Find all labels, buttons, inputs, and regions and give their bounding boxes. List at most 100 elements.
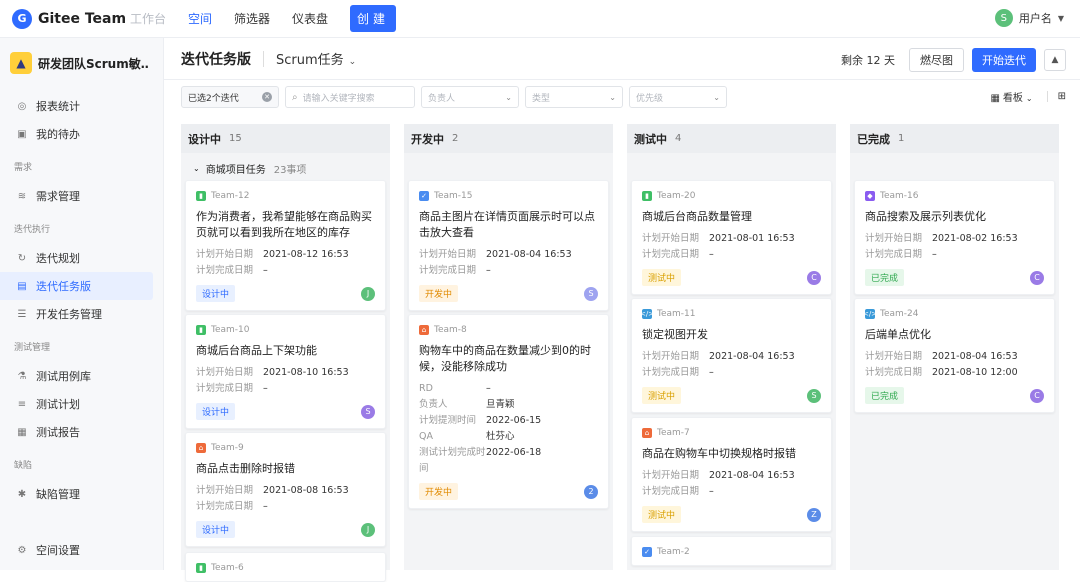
grid-toggle-icon[interactable]: ⊞ [1046, 91, 1066, 102]
card-id[interactable]: Team-16 [880, 191, 919, 201]
task-card[interactable]: ▮ Team-20 商城后台商品数量管理 计划开始日期 2021-08-01 16:53… [631, 180, 832, 295]
card-id[interactable]: Team-24 [880, 309, 919, 319]
status-badge[interactable]: 开发中 [419, 483, 459, 500]
field-value: – [263, 265, 268, 276]
card-id[interactable]: Team-6 [211, 563, 244, 573]
start-iteration-button[interactable]: 开始迭代 [972, 48, 1036, 72]
search-input[interactable]: ⌕ 请输入关键字搜索 [285, 86, 415, 108]
status-badge[interactable]: 测试中 [642, 506, 682, 523]
status-badge[interactable]: 已完成 [865, 387, 905, 404]
sidebar-item-req-manage[interactable]: ≋ 需求管理 [0, 182, 153, 210]
sidebar-item-todo[interactable]: ▣ 我的待办 [0, 120, 153, 148]
card-title[interactable]: 锁定视图开发 [642, 327, 821, 343]
card-id[interactable]: Team-7 [657, 428, 690, 438]
card-title[interactable]: 商品点击删除时报错 [196, 461, 375, 477]
sidebar-item-iter-board[interactable]: ▤ 迭代任务版 [0, 272, 153, 300]
nav-space[interactable]: 空间 [188, 10, 212, 27]
nav-filters[interactable]: 筛选器 [234, 10, 270, 27]
user-menu[interactable]: S 用户名 ▼ [994, 9, 1064, 27]
status-badge[interactable]: 已完成 [865, 269, 905, 286]
brand-logo[interactable]: G Gitee Team [12, 8, 130, 29]
project-switcher[interactable]: ▲ 研发团队Scrum敏… [0, 38, 163, 88]
card-field: 计划完成日期 – [642, 365, 821, 381]
status-badge[interactable]: 测试中 [642, 387, 682, 404]
assignee-avatar[interactable]: C [1030, 388, 1044, 403]
sidebar-item-label: 我的待办 [36, 128, 80, 141]
assignee-avatar[interactable]: S [584, 286, 598, 301]
sidebar-item-dev-tasks[interactable]: ☰ 开发任务管理 [0, 300, 153, 328]
field-value: 2021-08-04 16:53 [709, 351, 795, 362]
priority-select[interactable]: 优先级 ⌄ [629, 86, 727, 108]
sidebar-item-reports[interactable]: ◎ 报表统计 [0, 92, 153, 120]
task-card[interactable]: </> Team-24 后端单点优化 计划开始日期 2021-08-04 16:53 计划… [854, 298, 1055, 413]
card-id[interactable]: Team-12 [211, 191, 250, 201]
status-badge[interactable]: 设计中 [196, 285, 236, 302]
task-card[interactable]: ⌂ Team-9 商品点击删除时报错 计划开始日期 2021-08-08 16:53 计划… [185, 432, 386, 547]
divider [263, 50, 264, 67]
iteration-filter[interactable]: 已选2个迭代 ✕ [181, 86, 279, 108]
view-switcher[interactable]: ▦ 看板 ⌄ [990, 89, 1032, 104]
create-button[interactable]: 创建 [350, 5, 397, 32]
task-card[interactable]: ⌂ Team-8 购物车中的商品在数量减少到0的时候，没能移除成功 RD – 负责人 旦青颖… [408, 314, 609, 509]
sidebar-item-test-plan[interactable]: ≡ 测试计划 [0, 390, 153, 418]
board-selector[interactable]: Scrum任务 ⌄ [276, 49, 356, 68]
field-value: 旦青颖 [486, 399, 515, 410]
field-value: 2021-08-10 16:53 [263, 367, 349, 378]
card-title[interactable]: 作为消费者，我希望能够在商品购买页就可以看到我所在地区的库存 [196, 209, 375, 241]
assignee-avatar[interactable]: J [361, 522, 375, 537]
status-badge[interactable]: 测试中 [642, 269, 682, 286]
group-header[interactable]: ⌄ 商城项目任务 23事项 [181, 158, 306, 178]
field-value: – [709, 249, 714, 260]
card-title[interactable]: 商品在购物车中切换规格时报错 [642, 446, 821, 462]
assignee-avatar[interactable]: 2 [584, 484, 598, 499]
sidebar-item-label: 测试计划 [36, 398, 80, 411]
assignee-avatar[interactable]: S [361, 404, 375, 419]
assignee-avatar[interactable]: C [807, 270, 821, 285]
nav-dashboard[interactable]: 仪表盘 [292, 10, 328, 27]
card-id[interactable]: Team-20 [657, 191, 696, 201]
task-card[interactable]: ▮ Team-10 商城后台商品上下架功能 计划开始日期 2021-08-10 16:5… [185, 314, 386, 429]
card-id[interactable]: Team-15 [434, 191, 473, 201]
task-card[interactable]: ✓ Team-2 [631, 536, 832, 566]
status-badge[interactable]: 设计中 [196, 521, 236, 538]
collapse-up-icon[interactable]: ▲ [1044, 49, 1066, 71]
sidebar-item-iter-plan[interactable]: ↻ 迭代规划 [0, 244, 153, 272]
nav-workbench[interactable]: 工作台 [130, 10, 166, 27]
card-id[interactable]: Team-11 [657, 309, 696, 319]
type-select[interactable]: 类型 ⌄ [525, 86, 623, 108]
card-id[interactable]: Team-10 [211, 325, 250, 335]
card-title[interactable]: 商城后台商品数量管理 [642, 209, 821, 225]
bug-type-icon: ⌂ [196, 443, 206, 453]
card-title[interactable]: 后端单点优化 [865, 327, 1044, 343]
status-badge[interactable]: 设计中 [196, 403, 236, 420]
sidebar-item-label: 需求管理 [36, 190, 80, 203]
assignee-avatar[interactable]: J [361, 286, 375, 301]
task-card[interactable]: ▮ Team-6 [185, 552, 386, 582]
field-value: 2021-08-04 16:53 [709, 470, 795, 481]
field-value: – [709, 486, 714, 497]
assignee-avatar[interactable]: C [1030, 270, 1044, 285]
sidebar-item-test-report[interactable]: ▦ 测试报告 [0, 418, 153, 446]
assignee-select[interactable]: 负责人 ⌄ [421, 86, 519, 108]
card-id[interactable]: Team-9 [211, 443, 244, 453]
layers-icon: ≋ [17, 190, 27, 202]
task-card[interactable]: ◆ Team-16 商品搜索及展示列表优化 计划开始日期 2021-08-02 16:5… [854, 180, 1055, 295]
assignee-avatar[interactable]: S [807, 388, 821, 403]
card-title[interactable]: 商品主图片在详情页面展示时可以点击放大查看 [419, 209, 598, 241]
sidebar-item-test-cases[interactable]: ⚗ 测试用例库 [0, 362, 153, 390]
clear-icon[interactable]: ✕ [262, 92, 272, 102]
task-card[interactable]: ✓ Team-15 商品主图片在详情页面展示时可以点击放大查看 计划开始日期 2021-… [408, 180, 609, 311]
sidebar-item-bug-manage[interactable]: ✱ 缺陷管理 [0, 480, 153, 508]
assignee-avatar[interactable]: Z [807, 507, 821, 522]
card-id[interactable]: Team-2 [657, 547, 690, 557]
task-card[interactable]: ▮ Team-12 作为消费者，我希望能够在商品购买页就可以看到我所在地区的库存 计划… [185, 180, 386, 311]
card-title[interactable]: 商城后台商品上下架功能 [196, 343, 375, 359]
task-card[interactable]: ⌂ Team-7 商品在购物车中切换规格时报错 计划开始日期 2021-08-04 16… [631, 417, 832, 532]
sidebar-item-settings[interactable]: ⚙ 空间设置 [0, 536, 144, 564]
card-title[interactable]: 商品搜索及展示列表优化 [865, 209, 1044, 225]
task-card[interactable]: </> Team-11 锁定视图开发 计划开始日期 2021-08-04 16:53 计划… [631, 298, 832, 413]
status-badge[interactable]: 开发中 [419, 285, 459, 302]
card-title[interactable]: 购物车中的商品在数量减少到0的时候，没能移除成功 [419, 343, 598, 375]
burndown-button[interactable]: 燃尽图 [909, 48, 964, 72]
card-id[interactable]: Team-8 [434, 325, 467, 335]
